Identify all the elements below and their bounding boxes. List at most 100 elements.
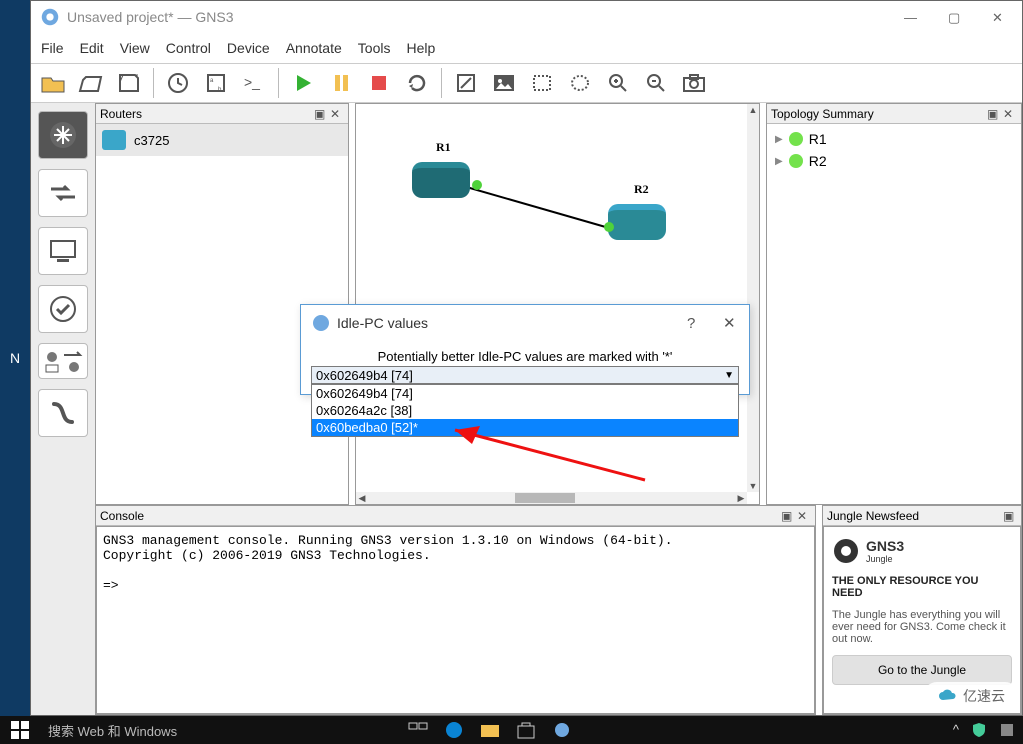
panel-close-icon[interactable]: ✕ [1003,107,1017,121]
start-button[interactable] [8,718,32,742]
topology-panel-title: Topology Summary [771,107,874,121]
explorer-icon[interactable] [472,717,508,743]
port-dot[interactable] [604,222,614,232]
link-icon[interactable] [38,389,88,437]
store-icon[interactable] [508,717,544,743]
panel-undock-icon[interactable]: ▣ [781,509,795,523]
menu-file[interactable]: File [41,40,64,56]
chevron-down-icon: ▼ [724,370,734,381]
combo-selected-value: 0x602649b4 [74] [316,368,413,383]
tray-app-icon[interactable] [999,722,1015,738]
routers-panel-title: Routers [100,107,142,121]
search-placeholder: 搜索 Web 和 Windows [48,724,177,739]
dialog-message: Potentially better Idle-PC values are ma… [311,347,739,366]
menu-tools[interactable]: Tools [358,40,391,56]
idle-pc-dialog: Idle-PC values ? ✕ Potentially better Id… [300,304,750,395]
router-small-icon [102,130,126,150]
topology-item-label: R2 [809,153,827,169]
windows-taskbar: 搜索 Web 和 Windows ^ [0,716,1023,744]
console-panel-title: Console [100,509,144,523]
dropdown-option[interactable]: 0x602649b4 [74] [312,385,738,402]
canvas-vscroll[interactable]: ▲ ▼ [747,104,759,492]
idle-pc-combobox[interactable]: 0x602649b4 [74] ▼ 0x602649b4 [74] 0x6026… [311,366,739,384]
show-interfaces-icon[interactable]: ab [198,67,234,99]
menu-help[interactable]: Help [406,40,435,56]
note-icon[interactable] [448,67,484,99]
security-category-icon[interactable] [38,285,88,333]
menu-annotate[interactable]: Annotate [286,40,342,56]
dialog-close-button[interactable]: ✕ [723,314,739,332]
taskbar-search[interactable]: 搜索 Web 和 Windows [40,721,400,740]
stop-icon[interactable] [361,67,397,99]
router-category-icon[interactable] [38,111,88,159]
image-icon[interactable] [486,67,522,99]
task-view-icon[interactable] [400,717,436,743]
tray-expand-icon[interactable]: ^ [953,722,959,738]
pause-icon[interactable] [323,67,359,99]
dialog-help-button[interactable]: ? [687,315,703,332]
dropdown-option[interactable]: 0x60264a2c [38] [312,402,738,419]
dropdown-option[interactable]: 0x60bedba0 [52]* [312,419,738,436]
node-label-r1: R1 [436,140,451,155]
canvas-hscroll[interactable]: ◀▶ [356,492,747,504]
zoom-in-icon[interactable] [600,67,636,99]
go-to-jungle-label: Go to the Jungle [878,663,966,677]
reload-icon[interactable] [399,67,435,99]
idle-pc-dropdown: 0x602649b4 [74] 0x60264a2c [38] 0x60bedb… [311,384,739,437]
toolbar: ab >_ [31,63,1022,103]
panel-undock-icon[interactable]: ▣ [314,107,328,121]
folder-icon[interactable] [73,67,109,99]
svg-text:>_: >_ [244,74,260,90]
switch-category-icon[interactable] [38,169,88,217]
status-ball-icon [789,132,803,146]
port-dot[interactable] [472,180,482,190]
system-tray[interactable]: ^ [953,722,1023,738]
enddevice-category-icon[interactable] [38,227,88,275]
go-to-jungle-button[interactable]: Go to the Jungle [832,655,1012,685]
menu-device[interactable]: Device [227,40,270,56]
node-r2[interactable] [608,204,666,240]
ellipse-icon[interactable] [562,67,598,99]
menu-control[interactable]: Control [166,40,211,56]
panel-close-icon[interactable]: ✕ [797,509,811,523]
play-icon[interactable] [285,67,321,99]
screenshot-icon[interactable] [676,67,712,99]
open-icon[interactable] [35,67,71,99]
device-toolbar [31,103,95,715]
jungle-logo: GNS3 Jungle [832,537,1012,565]
jungle-logo-sub: Jungle [866,554,904,564]
save-icon[interactable] [111,67,147,99]
chevron-right-icon: ▶ [775,134,783,145]
gns3-taskbar-icon[interactable] [544,717,580,743]
menu-edit[interactable]: Edit [80,40,104,56]
panel-undock-icon[interactable]: ▣ [1003,509,1017,523]
console-text[interactable]: GNS3 management console. Running GNS3 ve… [96,526,815,714]
close-button[interactable]: ✕ [992,10,1006,24]
panel-close-icon[interactable]: ✕ [330,107,344,121]
console-panel: Console ▣ ✕ GNS3 management console. Run… [95,505,816,715]
menubar: File Edit View Control Device Annotate T… [31,33,1022,63]
watermark-text: 亿速云 [963,686,1005,706]
desktop-left-edge: N [0,0,30,716]
console-icon[interactable]: >_ [236,67,272,99]
window-title: Unsaved project* — GNS3 [67,9,904,25]
dialog-icon [311,313,331,333]
tray-shield-icon[interactable] [971,722,987,738]
watermark: 亿速云 [923,682,1019,710]
router-item-label: c3725 [134,133,169,148]
zoom-out-icon[interactable] [638,67,674,99]
all-category-icon[interactable] [38,343,88,379]
snapshot-icon[interactable] [160,67,196,99]
menu-view[interactable]: View [120,40,150,56]
panel-undock-icon[interactable]: ▣ [987,107,1001,121]
rectangle-icon[interactable] [524,67,560,99]
link-line[interactable] [456,184,616,230]
topology-item[interactable]: ▶ R2 [775,150,1013,172]
router-list-item[interactable]: c3725 [96,124,348,156]
edge-icon[interactable] [436,717,472,743]
minimize-button[interactable]: — [904,10,918,24]
topology-item[interactable]: ▶ R1 [775,128,1013,150]
maximize-button[interactable]: ▢ [948,10,962,24]
node-r1[interactable] [412,162,470,198]
newsfeed-body: The Jungle has everything you will ever … [832,609,1012,645]
